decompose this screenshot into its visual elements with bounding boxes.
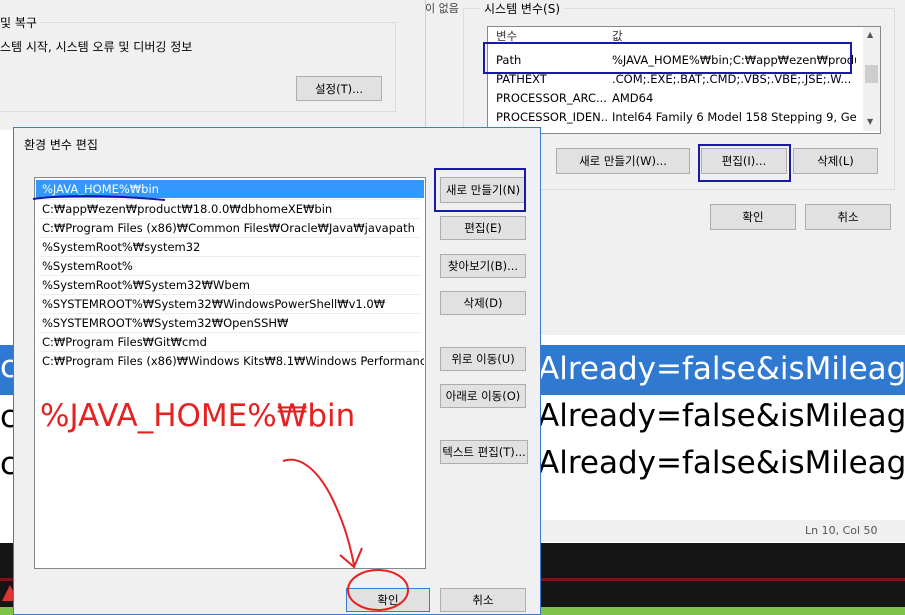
annotation-box-new: [434, 168, 526, 212]
settings-button[interactable]: 설정(T)...: [296, 76, 382, 101]
dialog-ok-button[interactable]: 확인: [346, 588, 430, 612]
table-row[interactable]: PROCESSOR_IDEN... Intel64 Family 6 Model…: [488, 108, 860, 127]
path-item[interactable]: %SYSTEMROOT%₩System32₩OpenSSH₩: [36, 314, 424, 332]
dialog-title: 환경 변수 편집: [24, 138, 98, 152]
path-list[interactable]: %JAVA_HOME%₩bin C:₩app₩ezen₩product₩18.0…: [34, 177, 426, 569]
cursor-position: Ln 10, Col 50: [805, 524, 878, 537]
path-item[interactable]: %SystemRoot%: [36, 257, 424, 275]
path-item[interactable]: %SYSTEMROOT%₩System32₩WindowsPowerShell₩…: [36, 295, 424, 313]
row-name: PROCESSOR_ARC...: [496, 91, 607, 105]
handwritten-annotation-text: %JAVA_HOME%₩bin: [40, 398, 356, 434]
new-variable-button[interactable]: 새로 만들기(W)...: [556, 148, 690, 174]
system-variables-label: 시스템 변수(S): [480, 0, 564, 17]
scroll-up-icon[interactable]: ▲: [867, 30, 873, 39]
edit-text-button[interactable]: 텍스트 편집(T)...: [440, 440, 528, 464]
annotation-box-edit: [698, 144, 791, 182]
clipped-text: 이 없음: [425, 2, 459, 15]
dialog-cancel-button[interactable]: 취소: [440, 588, 526, 612]
annotation-box-path: [483, 42, 852, 74]
ok-button[interactable]: 확인: [710, 204, 796, 230]
row-value: Intel64 Family 6 Model 158 Stepping 9, G…: [612, 110, 856, 124]
scroll-down-icon[interactable]: ▼: [867, 117, 873, 126]
delete-path-button[interactable]: 삭제(D): [440, 291, 526, 315]
path-item[interactable]: C:₩app₩ezen₩product₩18.0.0₩dbhomeXE₩bin: [36, 200, 424, 218]
path-item[interactable]: %SystemRoot%₩System32₩Wbem: [36, 276, 424, 294]
code-line: Already=false&isMileag: [538, 445, 905, 481]
path-item[interactable]: C:₩Program Files (x86)₩Windows Kits₩8.1₩…: [36, 352, 424, 370]
startup-recovery-title: 및 복구: [0, 14, 40, 31]
scrollbar-thumb[interactable]: [865, 65, 878, 83]
path-item[interactable]: C:₩Program Files (x86)₩Common Files₩Orac…: [36, 219, 424, 237]
code-line: Already=false&isMileag: [538, 351, 905, 387]
code-line: Already=false&isMileag: [538, 398, 905, 434]
path-item[interactable]: %JAVA_HOME%₩bin: [36, 180, 424, 198]
path-item[interactable]: %SystemRoot%₩system32: [36, 238, 424, 256]
move-down-button[interactable]: 아래로 이동(O): [440, 384, 526, 408]
path-item[interactable]: C:₩Program Files₩Git₩cmd: [36, 333, 424, 351]
row-value: AMD64: [612, 91, 654, 105]
edit-path-button[interactable]: 편집(E): [440, 216, 526, 240]
move-up-button[interactable]: 위로 이동(U): [440, 347, 526, 371]
table-row[interactable]: PROCESSOR_ARC... AMD64: [488, 89, 860, 108]
browse-button[interactable]: 찾아보기(B)...: [440, 254, 526, 278]
startup-recovery-description: 스템 시작, 시스템 오류 및 디버깅 정보: [0, 40, 193, 54]
row-name: PROCESSOR_IDEN...: [496, 110, 608, 124]
cancel-button[interactable]: 취소: [805, 204, 891, 230]
table-scrollbar[interactable]: ▲ ▼: [863, 27, 880, 131]
delete-variable-button[interactable]: 삭제(L): [793, 148, 878, 174]
